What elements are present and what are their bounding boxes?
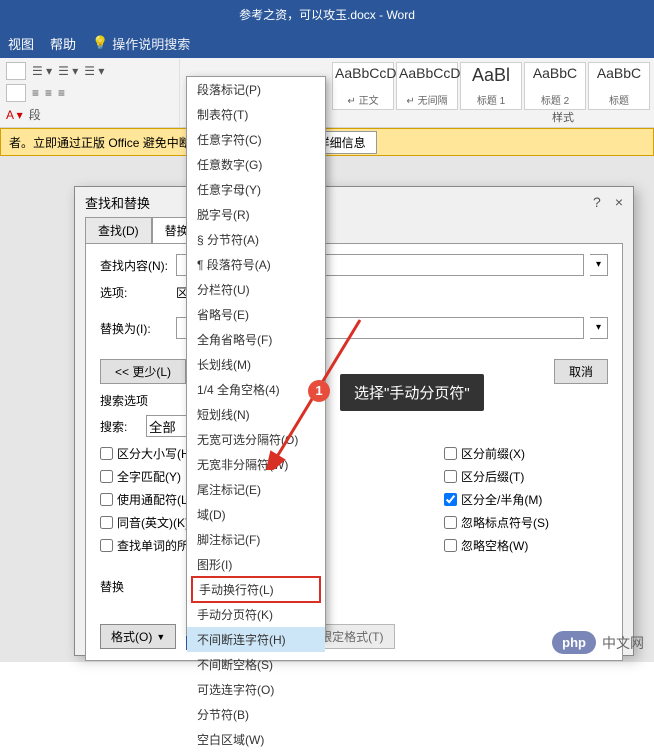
dialog-help-icon[interactable]: ? xyxy=(593,194,601,210)
bulb-icon: 💡 xyxy=(92,35,108,51)
menu-item[interactable]: 段落标记(P) xyxy=(187,77,325,102)
watermark: php 中文网 xyxy=(552,631,644,654)
tell-me-label: 操作说明搜索 xyxy=(112,34,190,53)
ribbon: ☰ ▾ ☰ ▾ ☰ ▾ ≡ ≡ ≡ A ▾ 段 AaBbCcDc↵ 正文AaBb… xyxy=(0,58,654,128)
menu-item[interactable]: 全角省略号(F) xyxy=(187,327,325,352)
dialog-title: 查找和替换 xyxy=(85,193,150,212)
menu-item[interactable]: 手动换行符(L) xyxy=(191,576,321,603)
bullet-icon[interactable]: ☰ ▾ xyxy=(32,64,52,78)
option-checkbox[interactable]: 忽略标点符号(S) xyxy=(444,514,549,531)
border-button[interactable] xyxy=(6,84,26,102)
search-direction-label: 搜索: xyxy=(100,418,140,435)
ribbon-paragraph-group: ☰ ▾ ☰ ▾ ☰ ▾ ≡ ≡ ≡ A ▾ 段 xyxy=(0,58,180,127)
styles-gallery[interactable]: AaBbCcDc↵ 正文AaBbCcDc↵ 无间隔AaBl标题 1AaBbC标题… xyxy=(328,58,654,127)
less-button[interactable]: << 更少(L) xyxy=(100,359,186,384)
cancel-button[interactable]: 取消 xyxy=(554,359,608,384)
menu-item[interactable]: 空白区域(W) xyxy=(187,727,325,752)
style-item[interactable]: AaBl标题 1 xyxy=(460,62,522,110)
menu-item[interactable]: 域(D) xyxy=(187,502,325,527)
menu-item[interactable]: 任意字符(C) xyxy=(187,127,325,152)
style-item[interactable]: AaBbCcDc↵ 无间隔 xyxy=(396,62,458,110)
replace-dropdown-icon[interactable]: ▾ xyxy=(590,317,608,339)
find-dropdown-icon[interactable]: ▾ xyxy=(590,254,608,276)
options-label: 选项: xyxy=(100,284,170,301)
paragraph-label: 段 xyxy=(29,106,41,123)
option-checkbox[interactable]: 区分后缀(T) xyxy=(444,468,524,485)
menu-item[interactable]: 无宽非分隔符(W) xyxy=(187,452,325,477)
special-format-menu: 段落标记(P)制表符(T)任意字符(C)任意数字(G)任意字母(Y)脱字号(R)… xyxy=(186,76,326,636)
style-item[interactable]: AaBbCcDc↵ 正文 xyxy=(332,62,394,110)
option-checkbox[interactable]: 忽略空格(W) xyxy=(444,537,528,554)
align3-icon[interactable]: ≡ xyxy=(58,86,65,100)
watermark-text: 中文网 xyxy=(602,633,644,653)
multilevel-icon[interactable]: ☰ ▾ xyxy=(84,64,104,78)
replace-with-label: 替换为(I): xyxy=(100,320,170,337)
menu-item[interactable]: 1/4 全角空格(4) xyxy=(187,377,325,402)
tell-me-search[interactable]: 💡 操作说明搜索 xyxy=(92,34,190,53)
styles-group-label: 样式 xyxy=(552,109,574,125)
option-checkbox[interactable]: 区分前缀(X) xyxy=(444,445,525,462)
outline-button[interactable] xyxy=(6,62,26,80)
tab-find[interactable]: 查找(D) xyxy=(85,217,152,243)
menu-item[interactable]: 可选连字符(O) xyxy=(187,677,325,702)
menu-item[interactable]: 手动分页符(K) xyxy=(187,602,325,627)
align-icon[interactable]: ≡ xyxy=(32,86,39,100)
menu-help[interactable]: 帮助 xyxy=(50,34,76,53)
menu-item[interactable]: 不间断空格(S) xyxy=(187,652,325,677)
menu-item[interactable]: § 分节符(A) xyxy=(187,227,325,252)
number-icon[interactable]: ☰ ▾ xyxy=(58,64,78,78)
warning-text: 者。立即通过正版 Office 避免中断并使 xyxy=(9,134,215,151)
window-title: 参考之资，可以攻玉.docx - Word xyxy=(239,6,415,23)
menu-item[interactable]: 分节符(B) xyxy=(187,702,325,727)
dialog-tabs: 查找(D) 替换(P) xyxy=(75,217,633,243)
find-replace-dialog: 查找和替换 ? × 查找(D) 替换(P) 查找内容(N): ▾ 选项: 区分 … xyxy=(74,186,634,656)
activation-warning: 者。立即通过正版 Office 避免中断并使 ffice 了解详细信息 xyxy=(0,128,654,156)
menu-item[interactable]: 制表符(T) xyxy=(187,102,325,127)
menu-item[interactable]: ¶ 段落符号(A) xyxy=(187,252,325,277)
find-what-label: 查找内容(N): xyxy=(100,257,170,274)
caret-icon: ▼ xyxy=(156,632,165,642)
menu-item[interactable]: 省略号(E) xyxy=(187,302,325,327)
menu-item[interactable]: 短划线(N) xyxy=(187,402,325,427)
style-item[interactable]: AaBbC标题 2 xyxy=(524,62,586,110)
annotation-tooltip: 选择"手动分页符" xyxy=(340,374,484,411)
replace-section-label: 替换 xyxy=(100,578,608,595)
menu-item[interactable]: 不间断连字符(H) xyxy=(187,627,325,652)
option-checkbox[interactable]: 区分全/半角(M) xyxy=(444,491,542,508)
dialog-close-icon[interactable]: × xyxy=(615,194,623,210)
format-label: 格式(O) xyxy=(111,628,152,645)
menu-bar: 视图 帮助 💡 操作说明搜索 xyxy=(0,28,654,58)
menu-item[interactable]: 尾注标记(E) xyxy=(187,477,325,502)
align2-icon[interactable]: ≡ xyxy=(45,86,52,100)
menu-item[interactable]: 脱字号(R) xyxy=(187,202,325,227)
menu-item[interactable]: 分栏符(U) xyxy=(187,277,325,302)
menu-item[interactable]: 任意字母(Y) xyxy=(187,177,325,202)
menu-item[interactable]: 脚注标记(F) xyxy=(187,527,325,552)
menu-view[interactable]: 视图 xyxy=(8,34,34,53)
menu-item[interactable]: 长划线(M) xyxy=(187,352,325,377)
menu-item[interactable]: 无宽可选分隔符(O) xyxy=(187,427,325,452)
style-item[interactable]: AaBbC标题 xyxy=(588,62,650,110)
menu-item[interactable]: 图形(I) xyxy=(187,552,325,577)
menu-item[interactable]: 任意数字(G) xyxy=(187,152,325,177)
document-area: 查找和替换 ? × 查找(D) 替换(P) 查找内容(N): ▾ 选项: 区分 … xyxy=(0,156,654,662)
watermark-pill: php xyxy=(552,631,596,654)
dialog-body: 查找内容(N): ▾ 选项: 区分 替换为(I): ▾ << 更少(L) 取消 … xyxy=(85,243,623,661)
format-dropdown[interactable]: 格式(O) ▼ xyxy=(100,624,176,649)
dialog-titlebar[interactable]: 查找和替换 ? × xyxy=(75,187,633,217)
title-bar: 参考之资，可以攻玉.docx - Word xyxy=(0,0,654,28)
font-color-icon[interactable]: A ▾ xyxy=(6,108,23,122)
annotation-step-badge: 1 xyxy=(308,380,330,402)
